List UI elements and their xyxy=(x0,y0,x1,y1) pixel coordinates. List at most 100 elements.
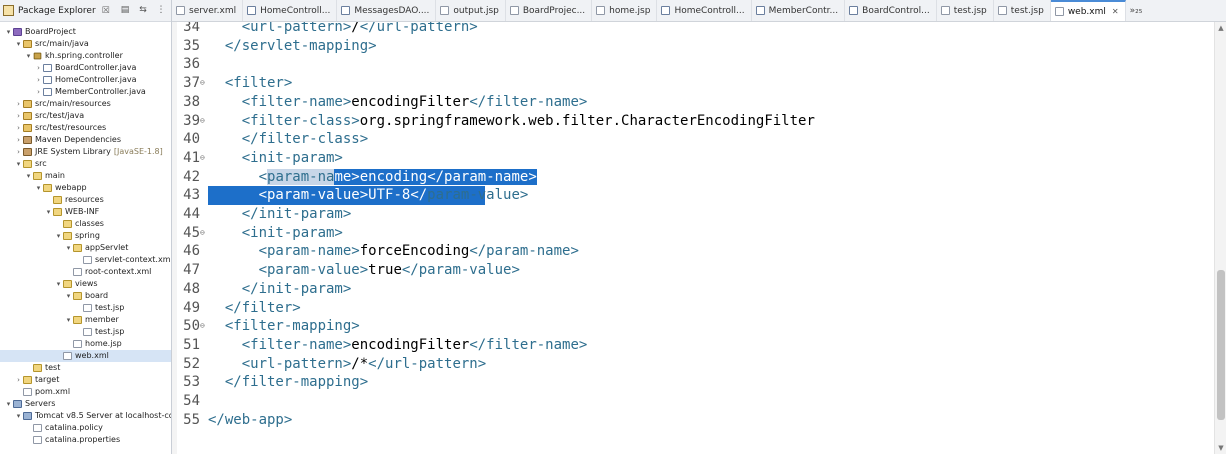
xml-editor[interactable]: 34 <url-pattern>/</url-pattern> 35 </serv… xyxy=(172,22,1226,454)
editor-tab[interactable]: test.jsp xyxy=(937,0,994,21)
expanded-arrow-icon[interactable]: ▾ xyxy=(64,242,73,254)
expanded-arrow-icon[interactable]: ▾ xyxy=(34,182,43,194)
tree-item[interactable]: ▾ appServlet xyxy=(0,242,171,254)
expanded-arrow-icon[interactable]: ▾ xyxy=(14,38,23,50)
collapsed-arrow-icon[interactable]: › xyxy=(14,110,23,122)
tree-item[interactable]: ▾ src xyxy=(0,158,171,170)
tree-item[interactable]: test.jsp xyxy=(0,326,171,338)
code-line[interactable]: 44 </init-param> xyxy=(172,205,1214,224)
fold-toggle-icon[interactable]: ⊖ xyxy=(200,317,205,336)
tree-item[interactable]: web.xml xyxy=(0,350,171,362)
tree-item[interactable]: ▾ views xyxy=(0,278,171,290)
fold-toggle-icon[interactable]: ⊖ xyxy=(200,149,205,168)
tree-item[interactable]: ▾ spring xyxy=(0,230,171,242)
tree-item[interactable]: › src/test/resources xyxy=(0,122,171,134)
scrollbar-thumb[interactable] xyxy=(1217,270,1225,420)
tree-item[interactable]: ▾ Tomcat v8.5 Server at localhost-con xyxy=(0,410,171,422)
tree-item[interactable]: resources xyxy=(0,194,171,206)
link-editor-icon[interactable]: ⇆ xyxy=(137,4,149,16)
tree-item[interactable]: › HomeController.java xyxy=(0,74,171,86)
close-tab-icon[interactable]: ✕ xyxy=(1112,7,1119,16)
editor-tab[interactable]: BoardProjec... xyxy=(506,0,593,21)
expanded-arrow-icon[interactable]: ▾ xyxy=(14,158,23,170)
tree-item[interactable]: ▾ main xyxy=(0,170,171,182)
code-line[interactable]: 35 </servlet-mapping> xyxy=(172,37,1214,56)
code-line[interactable]: 43 <param-value>UTF-8</param-value> xyxy=(172,186,1214,205)
expanded-arrow-icon[interactable]: ▾ xyxy=(24,170,33,182)
tree-item[interactable]: ▾ BoardProject xyxy=(0,26,171,38)
tree-item[interactable]: › src/main/resources xyxy=(0,98,171,110)
fold-toggle-icon[interactable]: ⊖ xyxy=(200,224,205,243)
code-line[interactable]: 38 <filter-name>encodingFilter</filter-n… xyxy=(172,93,1214,112)
tree-item[interactable]: › Maven Dependencies xyxy=(0,134,171,146)
tree-item[interactable]: › JRE System Library [JavaSE-1.8] xyxy=(0,146,171,158)
code-line[interactable]: 52 <url-pattern>/*</url-pattern> xyxy=(172,355,1214,374)
code-line[interactable]: 37 ⊖ <filter> xyxy=(172,74,1214,93)
collapsed-arrow-icon[interactable]: › xyxy=(14,146,23,158)
collapsed-arrow-icon[interactable]: › xyxy=(34,62,43,74)
tree-item[interactable]: root-context.xml xyxy=(0,266,171,278)
tree-item[interactable]: ▾ webapp xyxy=(0,182,171,194)
tree-item[interactable]: › BoardController.java xyxy=(0,62,171,74)
editor-tab[interactable]: test.jsp xyxy=(994,0,1051,21)
scroll-up-icon[interactable]: ▲ xyxy=(1215,24,1226,32)
expanded-arrow-icon[interactable]: ▾ xyxy=(54,230,63,242)
tree-item[interactable]: catalina.properties xyxy=(0,434,171,446)
editor-tab[interactable]: home.jsp xyxy=(592,0,658,21)
tree-item[interactable]: test xyxy=(0,362,171,374)
code-line[interactable]: 39 ⊖ <filter-class>org.springframework.we… xyxy=(172,112,1214,131)
editor-tab[interactable]: BoardControl... xyxy=(845,0,937,21)
tree-item[interactable]: ▾ board xyxy=(0,290,171,302)
code-line[interactable]: 36 xyxy=(172,55,1214,74)
editor-tab[interactable]: HomeControll... xyxy=(243,0,338,21)
collapsed-arrow-icon[interactable]: › xyxy=(14,374,23,386)
editor-tab[interactable]: MemberContr... xyxy=(752,0,846,21)
tree-item[interactable]: ▾ Servers xyxy=(0,398,171,410)
editor-tab[interactable]: MessagesDAO.... xyxy=(337,0,437,21)
collapsed-arrow-icon[interactable]: › xyxy=(34,74,43,86)
tab-overflow-button[interactable]: »₂₅ xyxy=(1126,0,1147,21)
code-line[interactable]: 51 <filter-name>encodingFilter</filter-n… xyxy=(172,336,1214,355)
tree-item[interactable]: test.jsp xyxy=(0,302,171,314)
code-line[interactable]: 47 <param-value>true</param-value> xyxy=(172,261,1214,280)
collapsed-arrow-icon[interactable]: › xyxy=(34,86,43,98)
tree-item[interactable]: home.jsp xyxy=(0,338,171,350)
view-menu-icon[interactable]: ⋮ xyxy=(155,4,167,16)
code-line[interactable]: 41 ⊖ <init-param> xyxy=(172,149,1214,168)
fold-toggle-icon[interactable]: ⊖ xyxy=(200,112,205,131)
code-line[interactable]: 46 <param-name>forceEncoding</param-name… xyxy=(172,242,1214,261)
code-line[interactable]: 49 </filter> xyxy=(172,299,1214,318)
tree-item[interactable]: classes xyxy=(0,218,171,230)
editor-tab[interactable]: server.xml xyxy=(172,0,244,21)
collapsed-arrow-icon[interactable]: › xyxy=(14,134,23,146)
code-line[interactable]: 55 </web-app> xyxy=(172,411,1214,430)
vertical-scrollbar[interactable]: ▲ ▼ xyxy=(1214,22,1226,454)
code-line[interactable]: 45 ⊖ <init-param> xyxy=(172,224,1214,243)
expanded-arrow-icon[interactable]: ▾ xyxy=(4,26,13,38)
tree-item[interactable]: servlet-context.xml xyxy=(0,254,171,266)
tree-item[interactable]: ▾ member xyxy=(0,314,171,326)
expanded-arrow-icon[interactable]: ▾ xyxy=(64,290,73,302)
code-line[interactable]: 42 <param-name>encoding</param-name> xyxy=(172,168,1214,187)
expanded-arrow-icon[interactable]: ▾ xyxy=(54,278,63,290)
expanded-arrow-icon[interactable]: ▾ xyxy=(14,410,23,422)
expanded-arrow-icon[interactable]: ▾ xyxy=(4,398,13,410)
expanded-arrow-icon[interactable]: ▾ xyxy=(64,314,73,326)
code-line[interactable]: 34 <url-pattern>/</url-pattern> xyxy=(172,22,1214,37)
collapsed-arrow-icon[interactable]: › xyxy=(14,98,23,110)
tree-item[interactable]: ▾ kh.spring.controller xyxy=(0,50,171,62)
editor-tab[interactable]: web.xml ✕ xyxy=(1050,0,1126,21)
scroll-down-icon[interactable]: ▼ xyxy=(1215,444,1226,452)
code-line[interactable]: 48 </init-param> xyxy=(172,280,1214,299)
collapsed-arrow-icon[interactable]: › xyxy=(14,122,23,134)
code-line[interactable]: 40 </filter-class> xyxy=(172,130,1214,149)
expanded-arrow-icon[interactable]: ▾ xyxy=(44,206,53,218)
editor-tab[interactable]: HomeControll... xyxy=(657,0,752,21)
code-line[interactable]: 50 ⊖ <filter-mapping> xyxy=(172,317,1214,336)
tree-item[interactable]: catalina.policy xyxy=(0,422,171,434)
explorer-close-icon[interactable]: ☒ xyxy=(102,6,110,16)
tree-item[interactable]: pom.xml xyxy=(0,386,171,398)
fold-toggle-icon[interactable]: ⊖ xyxy=(200,74,205,93)
collapse-all-icon[interactable]: ▤ xyxy=(119,4,131,16)
tree-item[interactable]: ▾ src/main/java xyxy=(0,38,171,50)
